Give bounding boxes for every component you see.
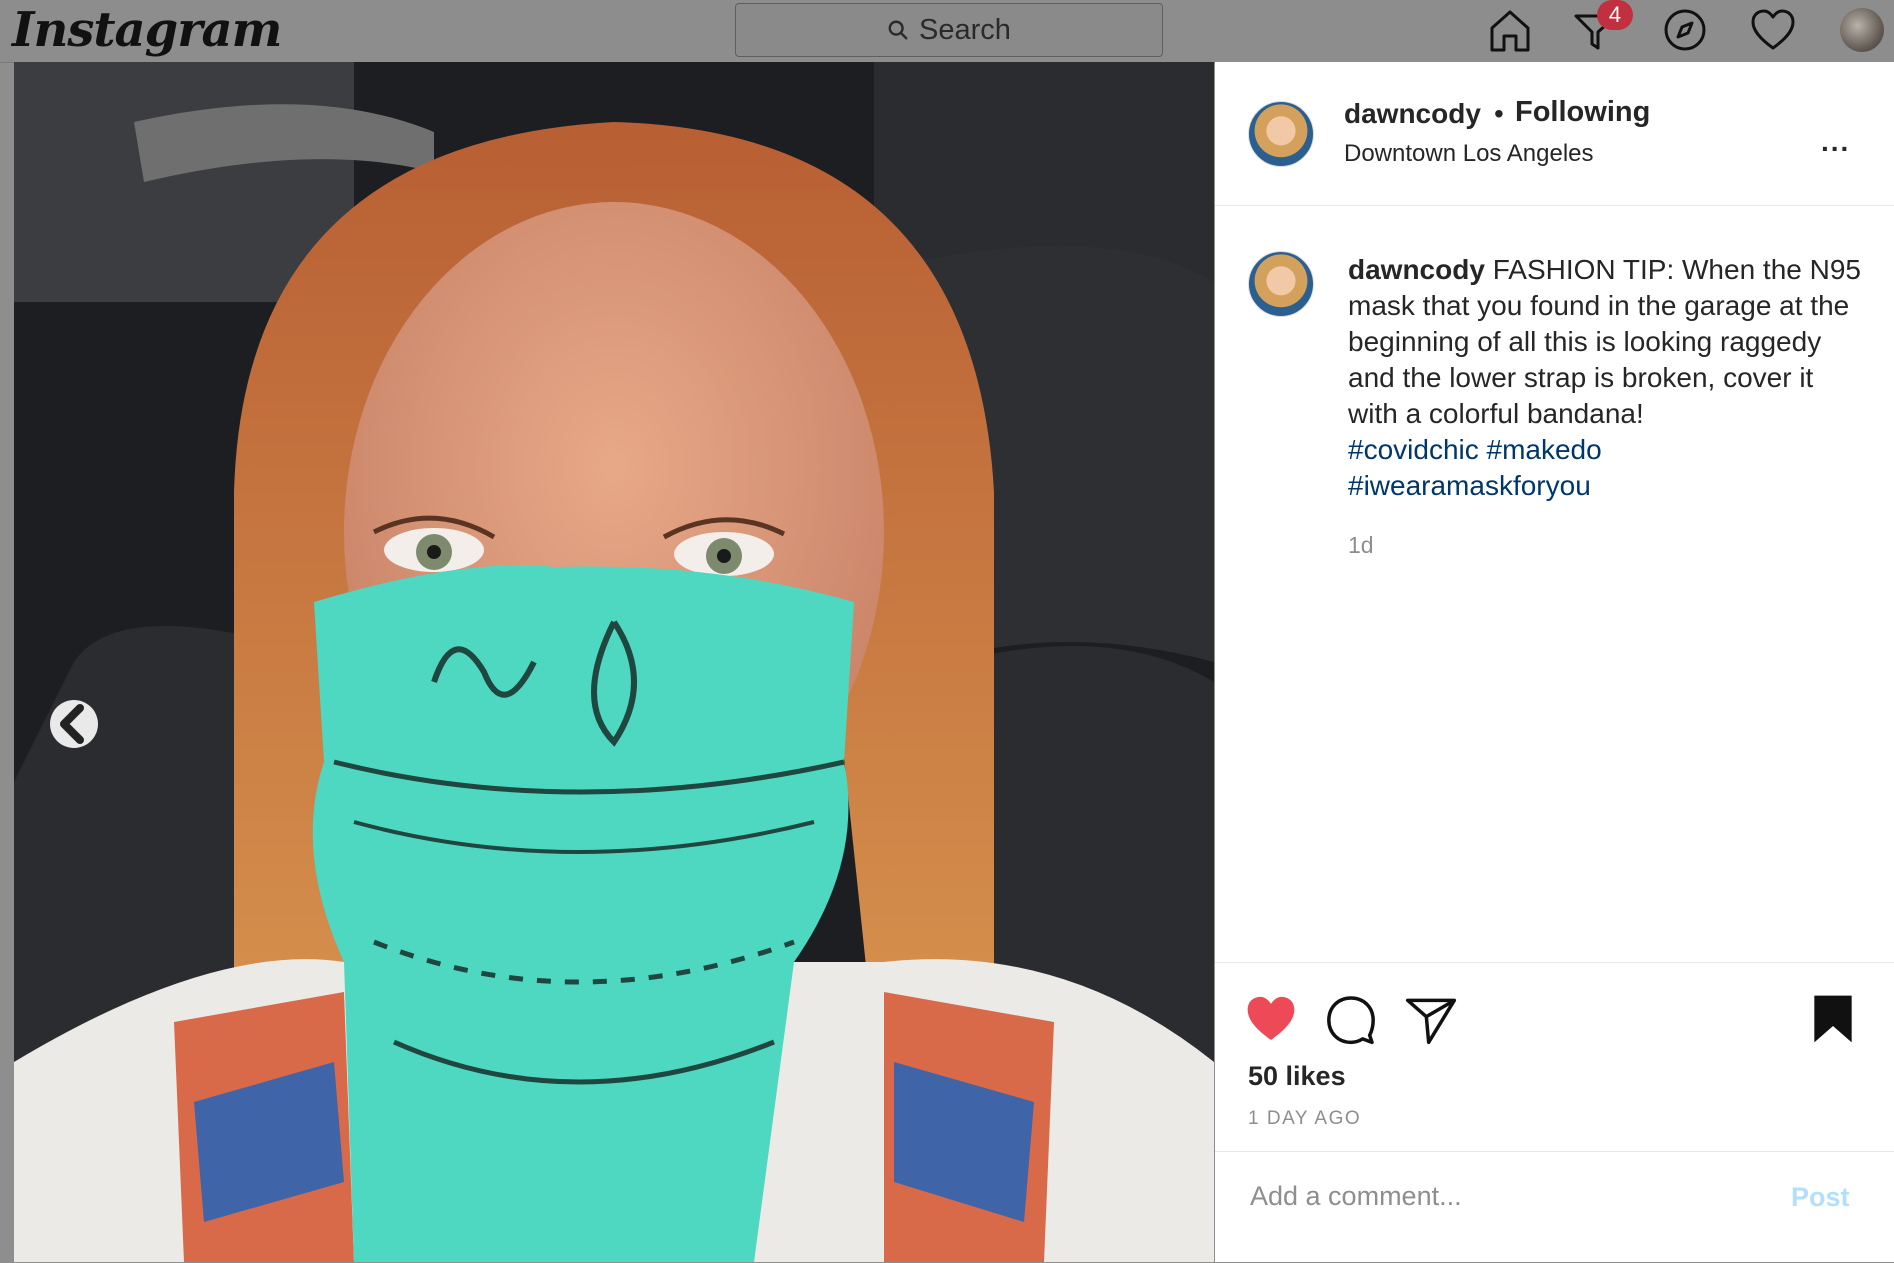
- home-icon[interactable]: [1486, 6, 1534, 54]
- activity-heart-icon[interactable]: [1749, 6, 1797, 54]
- author-avatar[interactable]: [1248, 101, 1314, 167]
- caption-username[interactable]: dawncody: [1348, 254, 1485, 285]
- post-comment-button[interactable]: Post: [1791, 1182, 1850, 1213]
- comment-bar: Post: [1215, 1151, 1894, 1263]
- like-heart-icon[interactable]: [1243, 991, 1299, 1047]
- separator-dot: •: [1494, 98, 1504, 129]
- post-timestamp: 1 DAY AGO: [1248, 1108, 1362, 1129]
- profile-avatar[interactable]: [1840, 8, 1884, 52]
- likes-count[interactable]: 50 likes: [1248, 1061, 1346, 1092]
- caption-author-avatar[interactable]: [1248, 251, 1314, 317]
- post-detail-panel: dawncody • Following Downtown Los Angele…: [1215, 62, 1894, 1262]
- save-bookmark-icon[interactable]: [1805, 991, 1861, 1047]
- post-photo[interactable]: [14, 62, 1214, 1262]
- hashtag-link[interactable]: #iwearamaskforyou: [1348, 470, 1591, 501]
- top-navigation-bar: Instagram Search 4: [0, 0, 1894, 63]
- selfie-image: [14, 62, 1214, 1262]
- post-caption: dawncody FASHION TIP: When the N95 mask …: [1348, 252, 1868, 504]
- instagram-logo[interactable]: Instagram: [12, 2, 282, 58]
- chevron-left-icon: [60, 704, 84, 744]
- post-location[interactable]: Downtown Los Angeles: [1344, 140, 1594, 168]
- notification-badge: 4: [1597, 0, 1633, 30]
- explore-icon[interactable]: [1661, 6, 1709, 54]
- search-icon: [888, 20, 908, 40]
- following-button[interactable]: Following: [1515, 96, 1650, 129]
- comment-icon[interactable]: [1323, 991, 1379, 1047]
- hashtag-link[interactable]: #makedo: [1487, 434, 1602, 465]
- comment-input[interactable]: [1248, 1180, 1772, 1213]
- search-placeholder: Search: [919, 13, 1011, 46]
- post-header: dawncody • Following Downtown Los Angele…: [1215, 62, 1894, 206]
- author-username[interactable]: dawncody: [1344, 98, 1481, 130]
- hashtag-link[interactable]: #covidchic: [1348, 434, 1479, 465]
- share-icon[interactable]: [1403, 991, 1459, 1047]
- caption-timestamp: 1d: [1348, 532, 1374, 558]
- more-options-icon[interactable]: ...: [1821, 126, 1850, 158]
- search-box[interactable]: Search: [735, 3, 1163, 57]
- carousel-previous-button[interactable]: [50, 700, 98, 748]
